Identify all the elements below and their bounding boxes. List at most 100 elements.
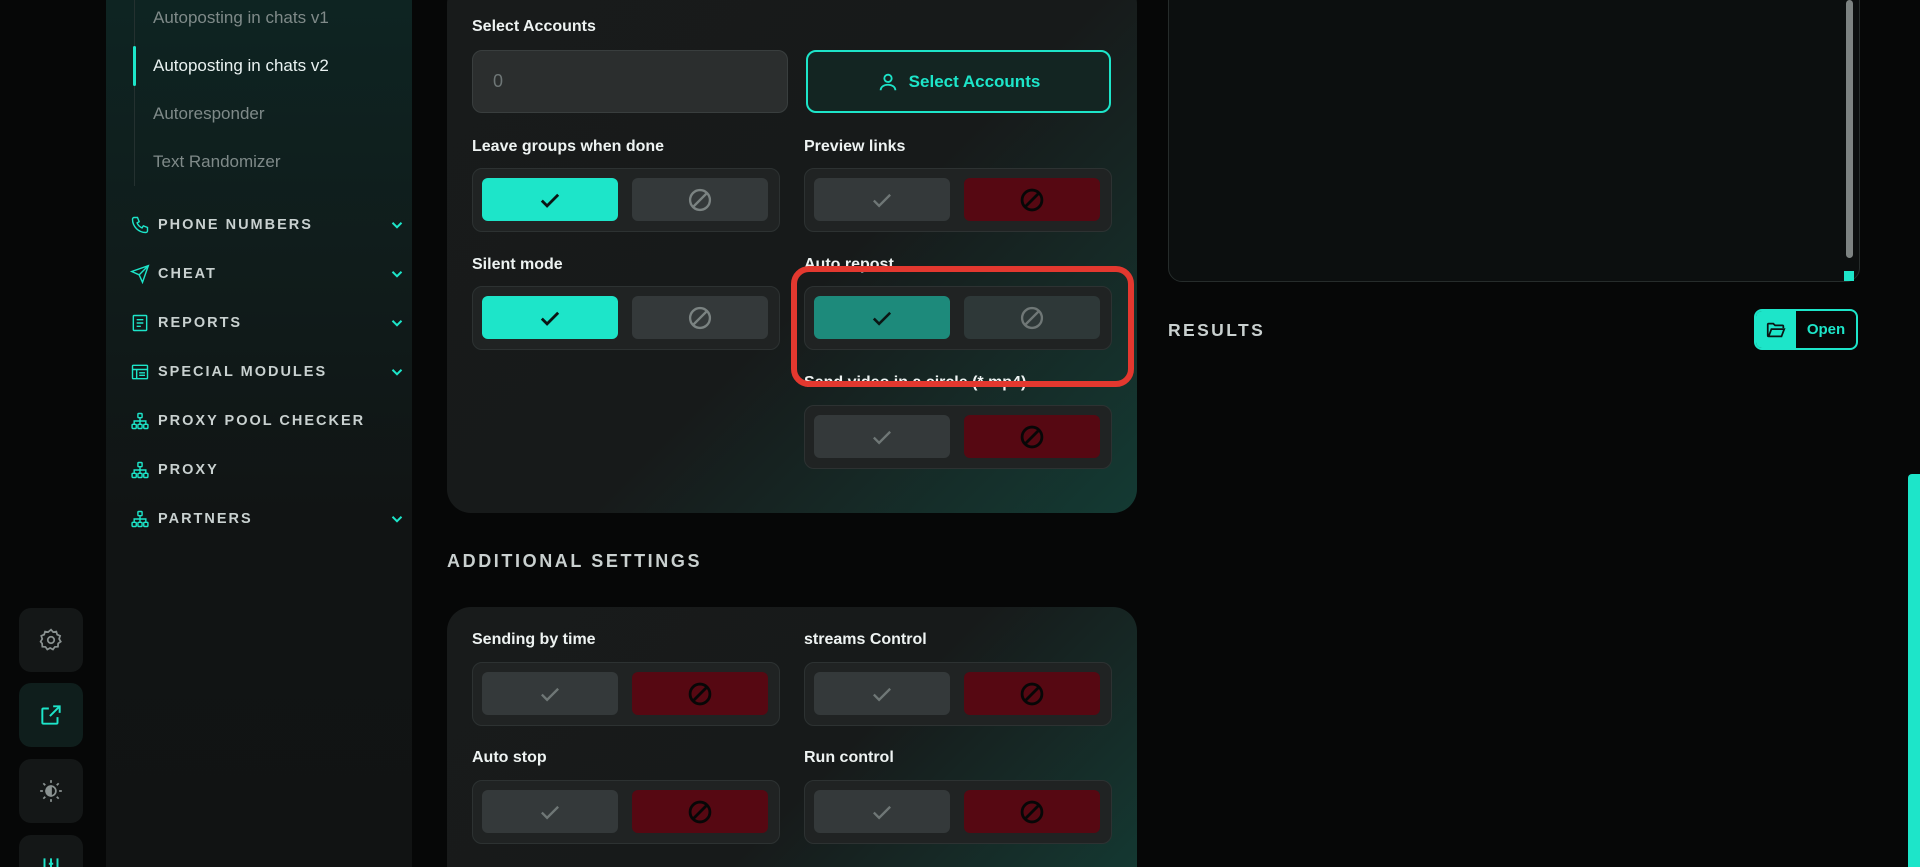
additional-settings-panel: Sending by time streams Control Auto sto… [447,607,1137,867]
silent-mode-toggle [472,286,780,350]
network-icon [131,412,149,430]
report-icon [132,314,148,332]
check-icon [873,430,891,444]
sidebar-item-label: PARTNERS [158,511,253,527]
modules-icon [131,364,149,380]
open-results-button[interactable]: Open [1754,309,1858,350]
auto-stop-no-button[interactable] [632,790,768,833]
select-accounts-label: Select Accounts [472,18,596,35]
sidebar-item-phone-numbers[interactable]: PHONE NUMBERS [130,211,406,239]
check-icon [540,311,560,326]
run-control-label: Run control [804,749,894,766]
sidebar-item-label: REPORTS [158,315,243,331]
streams-control-no-button[interactable] [964,672,1100,715]
gear-icon [39,628,62,651]
network-icon [131,510,149,528]
sidebar-subitem-text-randomizer[interactable]: Text Randomizer [153,152,281,172]
sending-by-time-toggle [472,662,780,726]
silent-mode-no-button[interactable] [632,296,768,339]
sidebar-item-partners[interactable]: PARTNERS [130,505,406,533]
sidebar-item-proxy[interactable]: PROXY [130,456,406,484]
preview-links-no-button[interactable] [964,178,1100,221]
phone-icon [131,216,149,234]
select-accounts-button[interactable]: Select Accounts [806,50,1111,113]
accounts-count-field[interactable]: 0 [472,50,788,113]
ban-icon [688,800,712,823]
silent-mode-label: Silent mode [472,256,563,273]
textarea-resize-handle[interactable] [1844,271,1854,281]
sidebar-item-label: PROXY [158,462,219,478]
chevron-down-icon [391,320,403,327]
ban-icon [1020,425,1044,448]
message-textarea[interactable] [1168,0,1860,282]
sidebar-subitem-autoposting-v2[interactable]: Autoposting in chats v2 [153,56,329,76]
results-title: RESULTS [1168,320,1266,340]
sidebar-item-label: SPECIAL MODULES [158,364,328,380]
icon-rail [0,0,106,867]
external-link-icon [41,705,61,725]
streams-control-label: streams Control [804,631,927,648]
send-video-circle-yes-button[interactable] [814,415,950,458]
sending-by-time-yes-button[interactable] [482,672,618,715]
user-icon [879,73,896,90]
ban-icon [1020,188,1044,211]
settings-button[interactable] [19,608,83,672]
run-control-no-button[interactable] [964,790,1100,833]
chevron-down-icon [391,271,403,278]
sidebar-subitem-autoposting-v1[interactable]: Autoposting in chats v1 [153,8,329,28]
check-icon [540,193,560,208]
sidebar-item-reports[interactable]: REPORTS [130,309,406,337]
sidebar-item-label: CHEAT [158,266,217,282]
leave-groups-toggle [472,168,780,232]
sidebar-item-proxy-pool-checker[interactable]: PROXY POOL CHECKER [130,407,406,435]
chevron-down-icon [391,369,403,376]
active-indicator [133,46,136,86]
folder-open-icon [1766,322,1786,337]
folder-icon-wrap [1756,311,1796,348]
sidebar-subitem-autoresponder[interactable]: Autoresponder [153,104,265,124]
sliders-icon [43,858,59,867]
sending-by-time-label: Sending by time [472,631,596,648]
theme-icon [40,780,62,802]
textarea-scrollbar[interactable] [1846,0,1853,258]
sliders-button[interactable] [19,835,83,867]
sidebar-item-label: PHONE NUMBERS [158,217,313,233]
leave-groups-label: Leave groups when done [472,138,665,155]
sending-by-time-no-button[interactable] [632,672,768,715]
select-accounts-button-label: Select Accounts [908,71,1041,91]
run-control-toggle [804,780,1112,844]
streams-control-yes-button[interactable] [814,672,950,715]
chevron-down-icon [391,222,403,229]
leave-groups-yes-button[interactable] [482,178,618,221]
leave-groups-no-button[interactable] [632,178,768,221]
page-scrollbar[interactable] [1908,474,1920,867]
send-icon [130,264,150,284]
sidebar: Autoposting in chats v1 Autoposting in c… [106,0,412,867]
streams-control-toggle [804,662,1112,726]
auto-stop-yes-button[interactable] [482,790,618,833]
check-icon [873,193,891,207]
sidebar-item-label: PROXY POOL CHECKER [158,413,366,429]
ban-icon [688,306,712,329]
run-control-yes-button[interactable] [814,790,950,833]
check-icon [541,805,559,819]
ban-icon [1020,800,1044,823]
submenu-line [134,0,135,186]
preview-links-yes-button[interactable] [814,178,950,221]
check-icon [873,687,891,701]
sidebar-item-cheat[interactable]: CHEAT [130,260,406,288]
sidebar-item-special-modules[interactable]: SPECIAL MODULES [130,358,406,386]
preview-links-toggle [804,168,1112,232]
send-video-circle-toggle [804,405,1112,469]
preview-links-label: Preview links [804,138,906,155]
ban-icon [688,682,712,705]
silent-mode-yes-button[interactable] [482,296,618,339]
theme-toggle-button[interactable] [19,759,83,823]
ban-icon [688,188,712,211]
send-video-circle-no-button[interactable] [964,415,1100,458]
ban-icon [1020,682,1044,705]
network-icon [131,461,149,479]
app-root: Autoposting in chats v1 Autoposting in c… [0,0,1920,867]
check-icon [873,805,891,819]
external-link-button[interactable] [19,683,83,747]
